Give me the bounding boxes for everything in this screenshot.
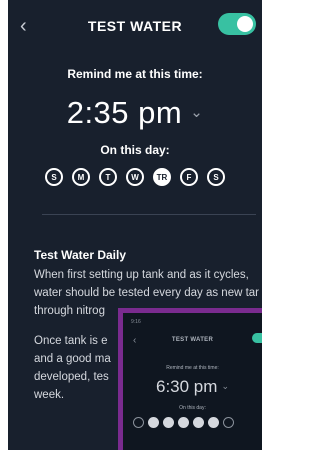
header: ‹ TEST WATER	[8, 0, 262, 54]
day-label: On this day:	[100, 143, 170, 157]
overlay-day-dot	[163, 417, 174, 428]
description-title: Test Water Daily	[34, 248, 127, 262]
description-para1: When first setting up tank and as it cyc…	[34, 269, 260, 299]
description-para1-line4: through nitrog	[34, 305, 105, 317]
overlay-day-selector	[133, 417, 234, 428]
remind-label: Remind me at this time:	[67, 67, 203, 81]
day-toggle-thursday[interactable]: TR	[153, 168, 171, 186]
day-toggle-sunday[interactable]: S	[45, 168, 63, 186]
divider	[42, 214, 256, 215]
description-para2-line4: week.	[34, 389, 65, 401]
overlay-day-dot	[178, 417, 189, 428]
overlay-title: TEST WATER	[171, 337, 214, 343]
day-toggle-friday[interactable]: F	[180, 168, 198, 186]
description-para2-line3: developed, tes	[34, 371, 109, 383]
overlay-chevron-down-icon: ⌄	[221, 381, 229, 391]
time-picker[interactable]: 2:35 pm ⌄	[8, 95, 262, 131]
day-toggle-wednesday[interactable]: W	[126, 168, 144, 186]
day-selector: S M T W TR F S	[8, 168, 262, 186]
overlay-day-label: On this day:	[179, 405, 206, 411]
overlay-day-dot	[193, 417, 204, 428]
time-value: 2:35 pm	[66, 95, 183, 130]
overlay-screenshot: 9:16 ‹ TEST WATER Remind me at this time…	[118, 308, 262, 450]
overlay-day-dot	[223, 417, 234, 428]
overlay-toggle	[252, 333, 262, 343]
overlay-day-dot	[208, 417, 219, 428]
day-toggle-tuesday[interactable]: T	[99, 168, 117, 186]
reminder-toggle[interactable]	[218, 13, 256, 35]
toggle-knob	[237, 16, 253, 32]
overlay-status-time: 9:16	[131, 319, 141, 325]
overlay-day-dot	[148, 417, 159, 428]
description-para2-line1: Once tank is e	[34, 335, 108, 347]
overlay-day-dot	[133, 417, 144, 428]
overlay-remind-label: Remind me at this time:	[166, 365, 219, 371]
day-toggle-monday[interactable]: M	[72, 168, 90, 186]
overlay-time: 6:30 pm ⌄	[123, 377, 262, 397]
description-para2-line2: and a good ma	[34, 353, 111, 365]
chevron-down-icon: ⌄	[190, 104, 204, 121]
overlay-time-value: 6:30 pm	[156, 377, 218, 396]
day-toggle-saturday[interactable]: S	[207, 168, 225, 186]
